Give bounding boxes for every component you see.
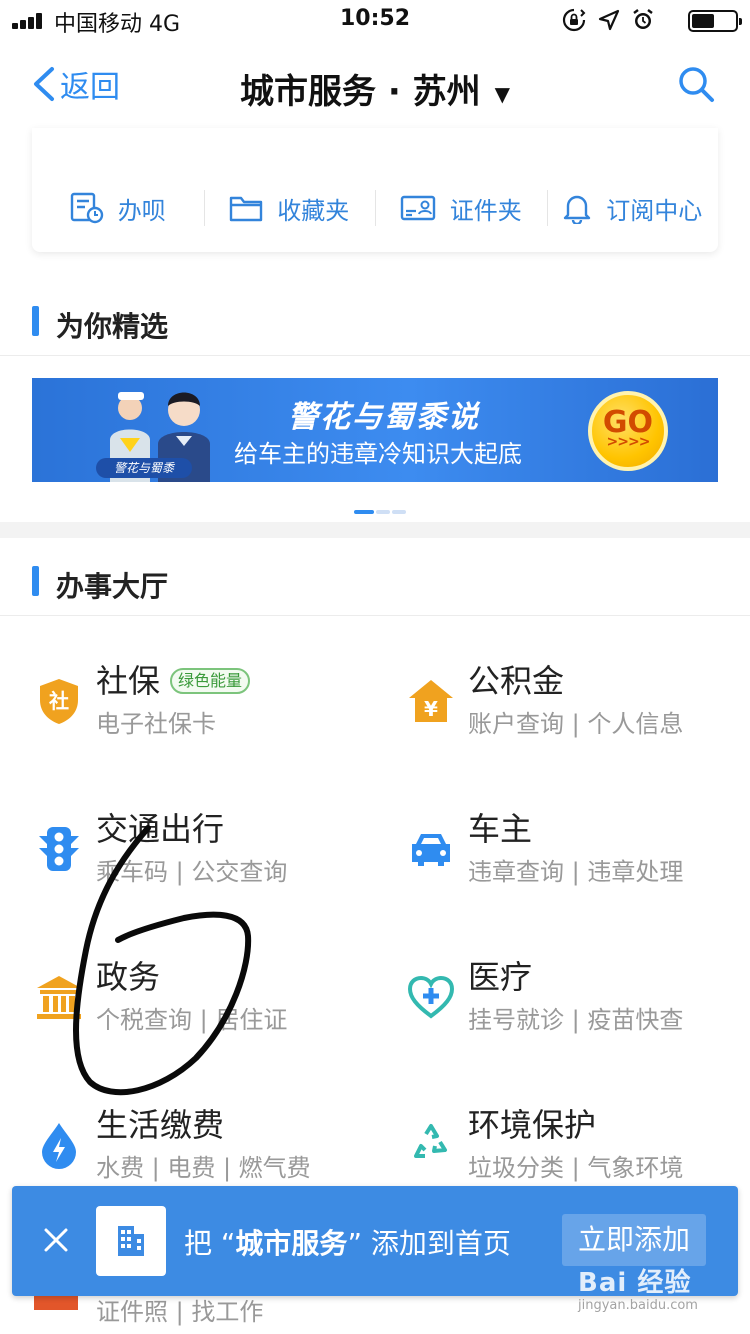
service-car-owner[interactable]: 车主 违章查询 | 违章处理 (406, 804, 746, 904)
baidu-jingyan-watermark: Bai 经验 jingyan.baidu.com (574, 1262, 734, 1322)
banner-tag: 警花与蜀黍 (96, 458, 192, 478)
status-bar: 中国移动 4G 10:52 (0, 0, 750, 40)
quick-action-favorites[interactable]: 收藏夹 (203, 188, 376, 228)
bell-icon (564, 195, 591, 224)
service-subtitle: 个税查询 | 居住证 (96, 1006, 288, 1034)
service-subtitle: 电子社保卡 (96, 710, 216, 738)
id-card-icon (400, 195, 435, 221)
location-arrow-icon (598, 9, 620, 31)
close-icon[interactable] (40, 1224, 72, 1256)
nav-bar: 返回 城市服务 · 苏州 ▼ (0, 44, 750, 124)
quick-action-label: 办呗 (117, 196, 166, 225)
service-name: 车主 (468, 810, 533, 848)
quick-action-id-cards[interactable]: 证件夹 (375, 188, 547, 228)
folder-icon (230, 196, 263, 222)
orientation-lock-icon (562, 8, 586, 32)
service-name: 社保 (96, 662, 161, 700)
caret-down-icon: ▼ (494, 81, 510, 106)
service-subtitle: 违章查询 | 违章处理 (468, 858, 684, 886)
quick-action-subscriptions[interactable]: 订阅中心 (546, 188, 719, 228)
service-name: 医疗 (468, 958, 533, 996)
section-accent-bar (32, 306, 39, 336)
government-building-icon (37, 976, 81, 1019)
shield-social-security-icon: 社 (40, 679, 78, 724)
banner-title: 警花与蜀黍说 (288, 400, 480, 435)
service-subtitle: 挂号就诊 | 疫苗快查 (468, 1006, 684, 1034)
promo-banner[interactable]: 警花与蜀黍 警花与蜀黍说 给车主的违章冷知识大起底 GO >>>> (32, 378, 718, 482)
quick-actions-card: 办呗 收藏夹 证件夹 订阅中心 (32, 128, 718, 252)
add-now-button[interactable]: 立即添加 (562, 1214, 706, 1266)
svg-text:社: 社 (48, 689, 69, 713)
app-logo (96, 1206, 166, 1276)
quick-action-banbei[interactable]: 办呗 (32, 188, 204, 228)
alarm-clock-icon (633, 9, 653, 29)
traffic-light-icon (39, 827, 79, 871)
service-subtitle: 乘车码 | 公交查询 (96, 858, 288, 886)
service-name: 政务 (96, 958, 161, 996)
go-arrows: >>>> (606, 434, 651, 450)
watermark-url: jingyan.baidu.com (578, 1298, 698, 1313)
battery-icon (688, 10, 742, 32)
service-transport[interactable]: 交通出行 乘车码 | 公交查询 (34, 804, 374, 904)
document-clock-icon (70, 192, 103, 224)
service-government[interactable]: 政务 个税查询 | 居住证 (34, 952, 374, 1052)
city-building-icon (118, 1226, 144, 1256)
add-to-home-message: 把 “城市服务” 添加到首页 (184, 1227, 511, 1260)
city-selector[interactable]: 城市服务 · 苏州 ▼ (0, 64, 750, 113)
water-drop-bolt-icon (42, 1123, 76, 1169)
service-social-security[interactable]: 社 社保 绿色能量 电子社保卡 (34, 656, 374, 756)
featured-section-header: 为你精选 (0, 286, 750, 356)
section-title: 办事大厅 (56, 570, 169, 603)
service-name: 生活缴费 (96, 1106, 225, 1144)
app-name: 城市服务 (235, 1227, 348, 1260)
service-subtitle: 账户查询 | 个人信息 (468, 710, 684, 738)
recycle-icon (414, 1124, 447, 1158)
service-housing-fund[interactable]: ¥ 公积金 账户查询 | 个人信息 (406, 656, 746, 756)
service-name: 交通出行 (96, 810, 225, 848)
quick-action-label: 订阅中心 (606, 196, 703, 225)
banner-go-button[interactable]: GO >>>> (588, 391, 668, 471)
service-name: 环境保护 (468, 1106, 597, 1144)
service-utilities[interactable]: 生活缴费 水费 | 电费 | 燃气费 (34, 1100, 374, 1200)
house-yuan-icon: ¥ (409, 680, 453, 722)
service-subtitle: 垃圾分类 | 气象环境 (468, 1154, 684, 1182)
quick-action-label: 收藏夹 (277, 196, 350, 225)
section-accent-bar (32, 566, 39, 596)
hall-section-header: 办事大厅 (0, 546, 750, 616)
green-energy-badge: 绿色能量 (170, 668, 251, 694)
banner-subtitle: 给车主的违章冷知识大起底 (234, 440, 522, 468)
section-divider (0, 522, 750, 538)
service-subtitle-partial: 证件照 | 找工作 (96, 1298, 264, 1326)
heart-medical-icon (407, 975, 455, 1019)
svg-text:¥: ¥ (424, 697, 438, 721)
service-name: 公积金 (468, 662, 565, 700)
service-environment[interactable]: 环境保护 垃圾分类 | 气象环境 (406, 1100, 746, 1200)
service-medical[interactable]: 医疗 挂号就诊 | 疫苗快查 (406, 952, 746, 1052)
section-title: 为你精选 (56, 310, 169, 343)
carousel-indicator (354, 510, 406, 514)
watermark-logo: Bai 经验 (578, 1268, 692, 1298)
service-subtitle: 水费 | 电费 | 燃气费 (96, 1154, 311, 1182)
quick-action-label: 证件夹 (449, 196, 522, 225)
page-title: 城市服务 · 苏州 (240, 72, 481, 112)
car-icon (412, 834, 450, 866)
search-icon[interactable] (676, 64, 716, 104)
